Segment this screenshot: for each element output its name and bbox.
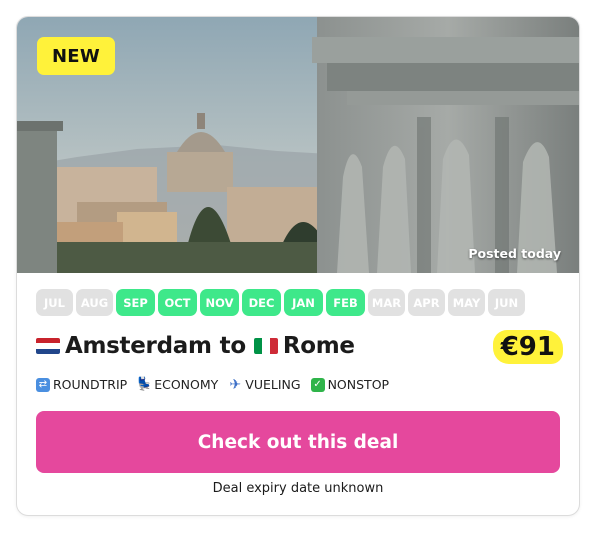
month-nov[interactable]: NOV <box>200 289 239 316</box>
month-feb[interactable]: FEB <box>326 289 365 316</box>
deal-card[interactable]: NEW Posted today JUL AUG SEP OCT NOV DEC JAN FE… <box>16 16 580 516</box>
month-may[interactable]: MAY <box>448 289 485 316</box>
tag-economy: 💺 ECONOMY <box>136 377 219 392</box>
check-icon: ✓ <box>310 377 325 392</box>
tag-roundtrip: ⇄ ROUNDTRIP <box>36 377 127 392</box>
check-deal-button[interactable]: Check out this deal <box>36 411 560 473</box>
roundtrip-icon: ⇄ <box>36 377 50 392</box>
month-mar[interactable]: MAR <box>368 289 405 316</box>
destination-city: Rome <box>282 333 355 359</box>
tag-label: VUELING <box>245 377 301 392</box>
origin-city: Amsterdam <box>65 333 212 359</box>
tag-label: ROUNDTRIP <box>53 377 128 392</box>
hero-image[interactable]: NEW Posted today <box>17 17 579 273</box>
month-jul[interactable]: JUL <box>36 289 73 316</box>
tag-label: ECONOMY <box>154 377 219 392</box>
month-oct[interactable]: OCT <box>158 289 197 316</box>
month-dec[interactable]: DEC <box>242 289 281 316</box>
italy-flag-icon <box>253 338 278 354</box>
month-jun[interactable]: JUN <box>488 289 525 316</box>
month-aug[interactable]: AUG <box>76 289 113 316</box>
posted-label: Posted today <box>468 246 561 261</box>
price-badge: €91 <box>492 330 563 364</box>
netherlands-flag-icon <box>36 338 60 354</box>
plane-icon: ✈ <box>229 376 242 393</box>
route-connector: to <box>219 333 247 359</box>
tag-airline: ✈ VUELING <box>228 376 301 393</box>
tag-nonstop: ✓ NONSTOP <box>310 377 390 392</box>
new-badge: NEW <box>37 37 115 75</box>
deal-expiry-note: Deal expiry date unknown <box>212 481 384 496</box>
month-jan[interactable]: JAN <box>284 289 323 316</box>
deal-tags: ⇄ ROUNDTRIP 💺 ECONOMY ✈ VUELING ✓ NONSTO… <box>36 376 390 393</box>
month-apr[interactable]: APR <box>408 289 445 316</box>
seat-icon: 💺 <box>136 377 153 392</box>
route-title: Amsterdam to Rome <box>36 333 355 359</box>
tag-label: NONSTOP <box>327 377 390 392</box>
month-sep[interactable]: SEP <box>116 289 155 316</box>
month-selector: JUL AUG SEP OCT NOV DEC JAN FEB MAR APR MAY JUN <box>36 289 525 316</box>
